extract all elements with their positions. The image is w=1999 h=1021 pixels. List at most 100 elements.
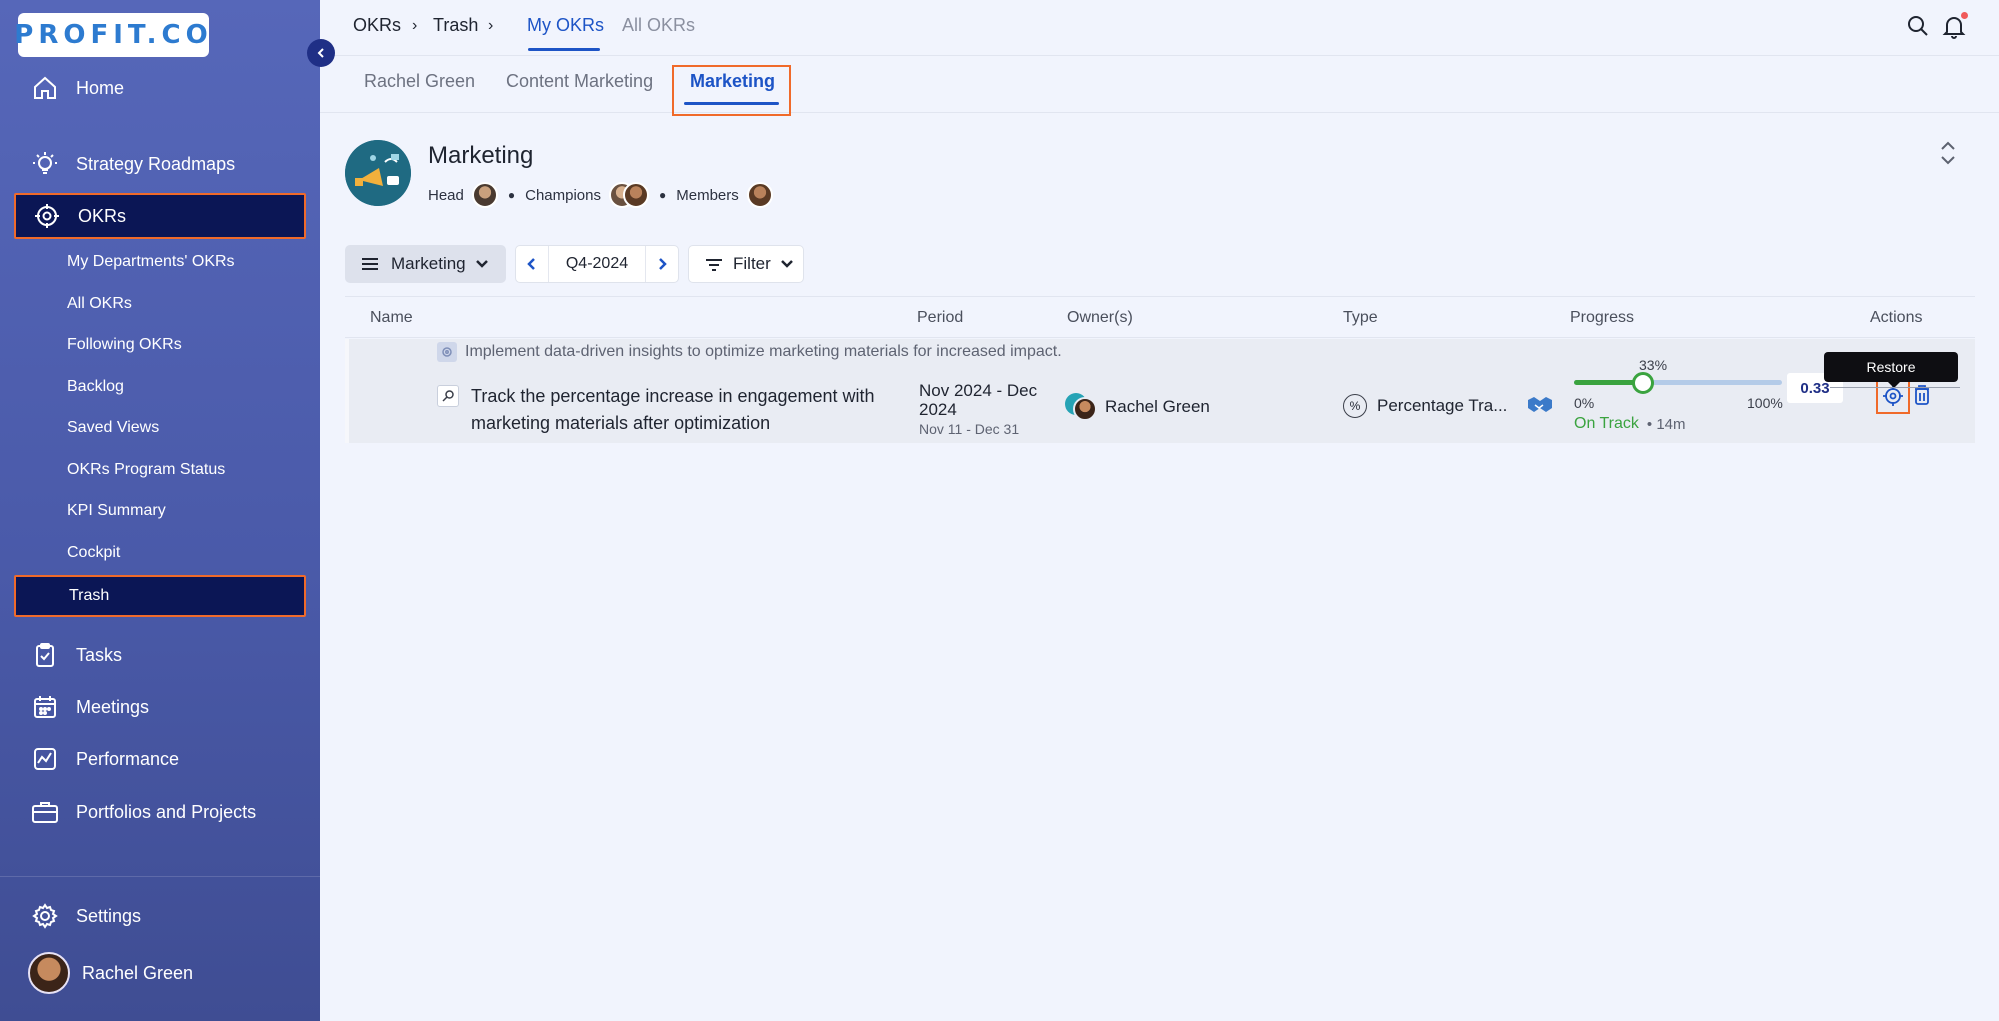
objective-text: Implement data-driven insights to optimi… xyxy=(465,343,1062,360)
subitem-label: Backlog xyxy=(67,378,124,395)
kr-type-label: Percentage Tra... xyxy=(1377,396,1508,415)
progress-bar xyxy=(1574,372,1782,394)
table-row[interactable]: Implement data-driven insights to optimi… xyxy=(345,339,1975,443)
user-name: Rachel Green xyxy=(82,962,194,983)
tab-rachel-green[interactable]: Rachel Green xyxy=(364,71,475,92)
column-name: Name xyxy=(370,309,413,326)
user-profile[interactable]: Rachel Green xyxy=(12,950,304,996)
previous-quarter-button[interactable] xyxy=(516,246,548,282)
tooltip-divider xyxy=(1830,387,1960,388)
quarter-label[interactable]: Q4-2024 xyxy=(548,246,646,282)
progress-handle[interactable] xyxy=(1631,372,1654,394)
tab-content-marketing[interactable]: Content Marketing xyxy=(506,71,653,92)
sidebar-subitem-okrs-program-status[interactable]: OKRs Program Status xyxy=(14,451,306,489)
last-updated-value: 14m xyxy=(1656,415,1686,433)
department-title: Marketing xyxy=(428,142,534,169)
sidebar-item-performance[interactable]: Performance xyxy=(14,736,306,782)
sidebar-subitem-my-departments-okrs[interactable]: My Departments' OKRs xyxy=(14,243,306,281)
restore-icon xyxy=(1883,386,1903,406)
sidebar-subitem-backlog[interactable]: Backlog xyxy=(14,368,306,406)
collapse-sidebar-button[interactable] xyxy=(307,39,335,67)
owner-name: Rachel Green xyxy=(1105,397,1210,416)
member-avatar[interactable] xyxy=(746,182,773,208)
sidebar-item-home[interactable]: Home xyxy=(14,65,306,111)
sidebar-subitem-trash[interactable]: Trash xyxy=(14,575,306,617)
sidebar-item-strategy-roadmaps[interactable]: Strategy Roadmaps xyxy=(14,141,306,187)
delete-button[interactable] xyxy=(1911,382,1933,408)
parent-objective: Implement data-driven insights to optimi… xyxy=(437,342,1062,362)
okr-table: Name Period Owner(s) Type Progress Actio… xyxy=(345,296,1975,446)
sidebar-item-portfolios-and-projects[interactable]: Portfolios and Projects xyxy=(14,789,306,835)
status: On Track • 14m xyxy=(1574,415,1686,433)
filter-button[interactable]: Filter xyxy=(688,245,804,283)
sidebar-subitem-all-okrs[interactable]: All OKRs xyxy=(14,285,306,323)
subitem-label: Cockpit xyxy=(67,544,121,561)
column-progress: Progress xyxy=(1570,309,1635,326)
tab-all-okrs[interactable]: All OKRs xyxy=(622,15,695,36)
bulb-icon xyxy=(30,149,60,179)
department-selector[interactable]: Marketing xyxy=(345,245,506,283)
sidebar-item-label: Meetings xyxy=(76,696,150,717)
gear-icon xyxy=(30,901,60,931)
subitem-label: My Departments' OKRs xyxy=(67,253,235,270)
sidebar-item-settings[interactable]: Settings xyxy=(14,893,306,939)
percentage-icon: % xyxy=(1343,394,1367,418)
head-avatar[interactable] xyxy=(471,182,498,208)
subitem-label: Trash xyxy=(69,587,110,604)
table-header: Name Period Owner(s) Type Progress Actio… xyxy=(345,296,1975,338)
champion-avatar[interactable] xyxy=(622,182,649,208)
sidebar-item-tasks[interactable]: Tasks xyxy=(14,632,306,678)
profitco-logo[interactable]: PROFIT.CO xyxy=(14,13,209,57)
sidebar-item-okrs[interactable]: OKRs xyxy=(14,193,306,239)
breadcrumb-okrs[interactable]: OKRs xyxy=(353,15,401,36)
separator-dot: ● xyxy=(658,188,667,202)
sidebar-subitem-cockpit[interactable]: Cockpit xyxy=(14,534,306,572)
objective-icon xyxy=(437,342,457,362)
column-owners: Owner(s) xyxy=(1067,309,1133,326)
subitem-label: OKRs Program Status xyxy=(67,461,226,478)
expand-collapse-icon[interactable] xyxy=(1938,140,1962,168)
breadcrumb-trash[interactable]: Trash xyxy=(433,15,478,36)
column-type: Type xyxy=(1343,309,1378,326)
sidebar-item-meetings[interactable]: Meetings xyxy=(14,684,306,730)
progress-percent: 33% xyxy=(1639,357,1668,373)
members-label: Members xyxy=(676,186,739,204)
kr-type: % Percentage Tra... xyxy=(1343,394,1507,418)
department-tabs: Rachel Green Content Marketing Marketing xyxy=(320,57,1999,116)
filter-icon xyxy=(706,259,722,271)
head-label: Head xyxy=(428,186,464,204)
subitem-label: Saved Views xyxy=(67,419,160,436)
chevron-down-icon xyxy=(780,260,793,268)
key-result-title[interactable]: Track the percentage increase in engagem… xyxy=(471,383,911,437)
sidebar-subitem-following-okrs[interactable]: Following OKRs xyxy=(14,326,306,364)
handshake-icon[interactable] xyxy=(1526,394,1554,416)
sidebar-subitem-kpi-summary[interactable]: KPI Summary xyxy=(14,492,306,530)
sidebar-subitem-saved-views[interactable]: Saved Views xyxy=(14,409,306,447)
tab-active-indicator xyxy=(528,48,600,51)
subitem-label: All OKRs xyxy=(67,295,132,312)
notification-badge xyxy=(1961,12,1968,19)
quarter-selector: Q4-2024 xyxy=(515,245,679,283)
progress-max: 100% xyxy=(1747,395,1783,411)
tab-marketing[interactable]: Marketing xyxy=(690,71,775,92)
subitem-label: Following OKRs xyxy=(67,336,182,353)
column-actions: Actions xyxy=(1870,309,1923,326)
subtab-active-indicator xyxy=(684,102,779,105)
sidebar-item-label: OKRs xyxy=(78,205,127,226)
sidebar-item-label: Tasks xyxy=(76,644,123,665)
sidebar-divider xyxy=(0,876,320,877)
department-logo xyxy=(345,140,411,206)
department-roles: Head ● Champions ● Members xyxy=(428,182,773,208)
breadcrumb-separator-icon: › xyxy=(412,17,418,34)
last-updated: • 14m xyxy=(1646,415,1686,433)
search-icon[interactable] xyxy=(1906,14,1932,40)
sidebar-item-label: Home xyxy=(76,77,125,98)
next-quarter-button[interactable] xyxy=(646,246,678,282)
restore-tooltip: Restore xyxy=(1824,352,1958,382)
chevron-left-icon xyxy=(317,48,324,58)
owner[interactable]: Rachel Green xyxy=(1065,393,1210,421)
separator-dot: ● xyxy=(507,188,516,202)
column-period: Period xyxy=(917,309,964,326)
tab-my-okrs[interactable]: My OKRs xyxy=(527,15,604,36)
menu-icon xyxy=(362,258,378,270)
